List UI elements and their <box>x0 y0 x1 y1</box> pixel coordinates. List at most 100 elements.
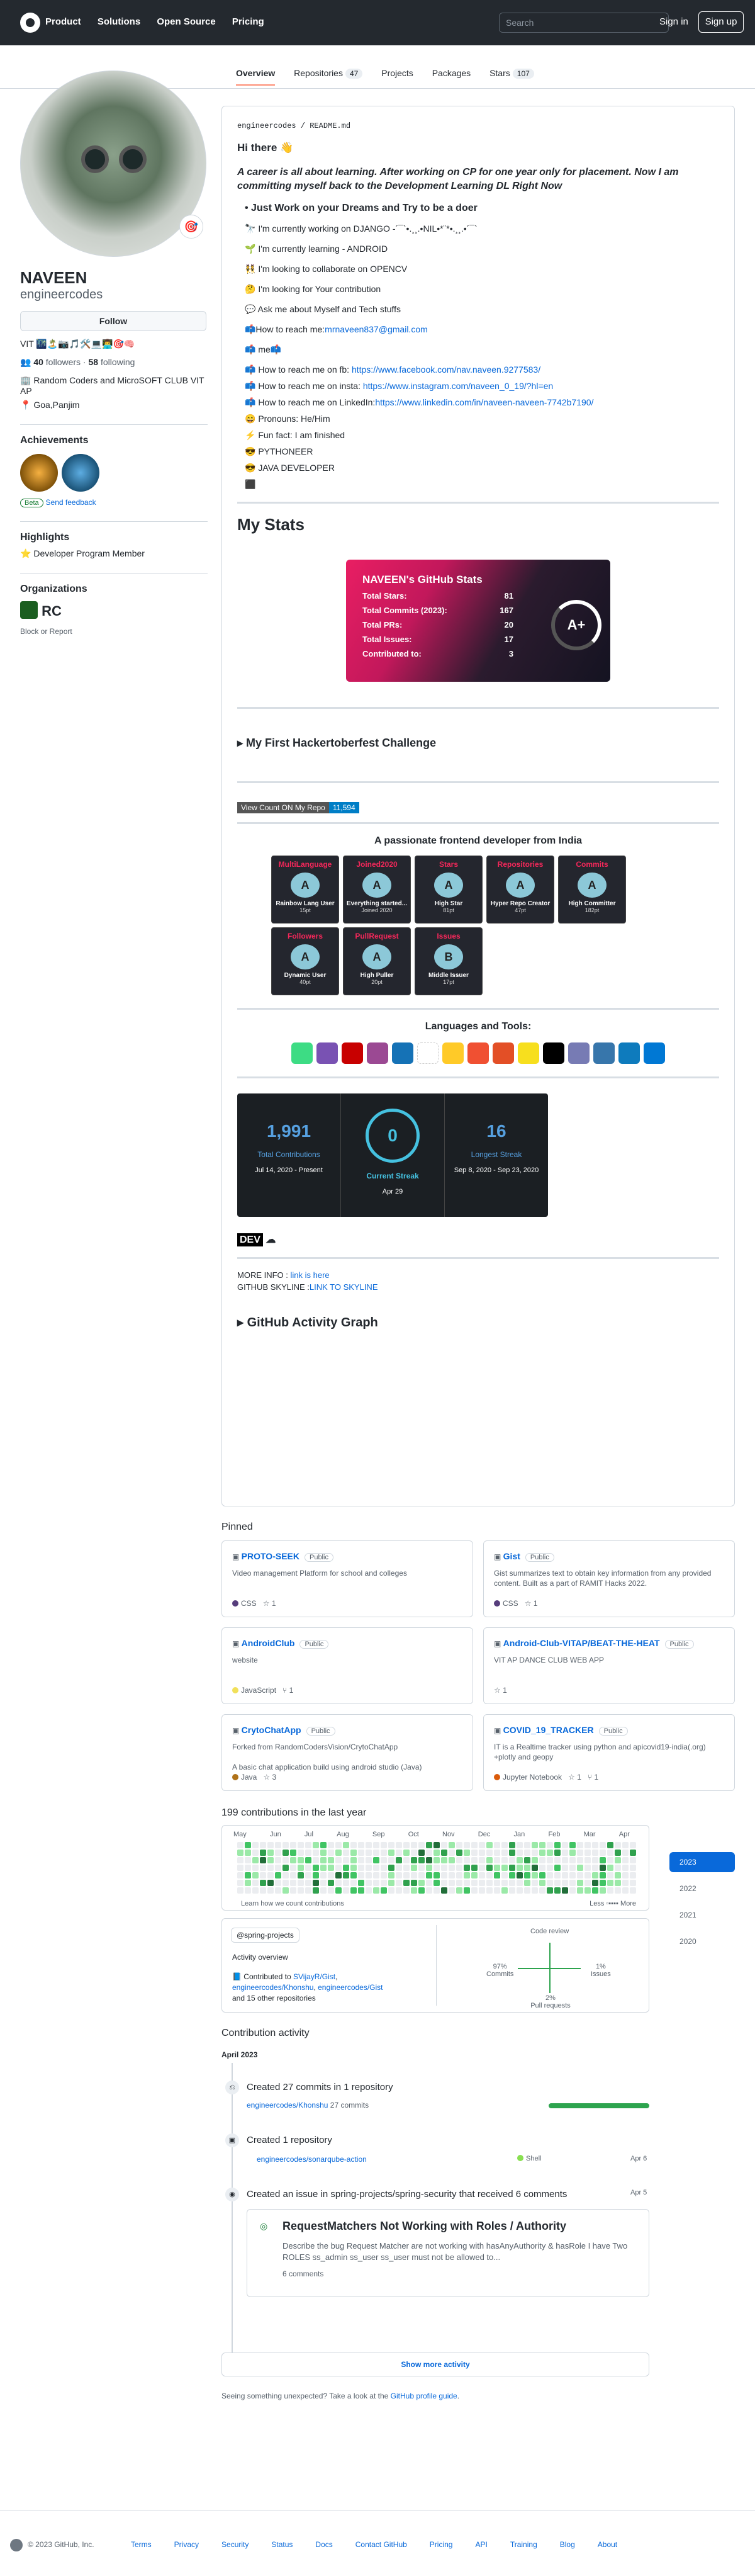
repo-link[interactable]: engineercodes/Khonshu <box>247 2101 328 2110</box>
repo-name[interactable]: CrytoChatApp <box>242 1725 301 1735</box>
contribution-day[interactable] <box>600 1850 606 1856</box>
contribution-day[interactable] <box>577 1850 583 1856</box>
contribution-day[interactable] <box>607 1865 613 1871</box>
contribution-day[interactable] <box>313 1880 319 1886</box>
pinned-repo[interactable]: ▣ CrytoChatApp Public Forked from RandomCo… <box>221 1714 473 1791</box>
contribution-day[interactable] <box>335 1850 342 1856</box>
contribution-day[interactable] <box>275 1887 281 1894</box>
contribution-day[interactable] <box>426 1872 432 1878</box>
contribution-day[interactable] <box>373 1842 379 1848</box>
contribution-day[interactable] <box>569 1865 576 1871</box>
github-logo-icon[interactable] <box>20 13 40 33</box>
contribution-day[interactable] <box>328 1842 334 1848</box>
contribution-day[interactable] <box>426 1857 432 1863</box>
contribution-day[interactable] <box>584 1865 591 1871</box>
facebook-link[interactable]: https://www.facebook.com/nav.naveen.9277… <box>352 364 540 375</box>
contribution-day[interactable] <box>584 1872 591 1878</box>
contribution-day[interactable] <box>524 1850 530 1856</box>
learn-link[interactable]: Learn how we count contributions <box>241 1900 344 1907</box>
contribution-day[interactable] <box>517 1880 523 1886</box>
contribution-day[interactable] <box>539 1872 545 1878</box>
cloud-icon[interactable]: ☁ <box>266 1234 276 1245</box>
year-2020[interactable]: 2020 <box>669 1931 735 1952</box>
contribution-day[interactable] <box>464 1850 470 1856</box>
contribution-day[interactable] <box>290 1887 296 1894</box>
trophy[interactable]: Joined2020 A Everything started... Joined 2… <box>343 856 411 924</box>
tab-repositories[interactable]: Repositories 47 <box>294 68 363 85</box>
contribution-day[interactable] <box>486 1850 493 1856</box>
footer-link[interactable]: Blog <box>560 2540 575 2549</box>
contribution-day[interactable] <box>577 1857 583 1863</box>
contribution-day[interactable] <box>517 1850 523 1856</box>
contribution-day[interactable] <box>539 1857 545 1863</box>
repo-name[interactable]: PROTO-SEEK <box>242 1551 299 1561</box>
footer-link[interactable]: Security <box>221 2540 249 2549</box>
contribution-day[interactable] <box>328 1857 334 1863</box>
contribution-day[interactable] <box>456 1865 462 1871</box>
contribution-day[interactable] <box>373 1887 379 1894</box>
contribution-day[interactable] <box>622 1850 629 1856</box>
contribution-day[interactable] <box>237 1865 243 1871</box>
contribution-day[interactable] <box>426 1842 432 1848</box>
contribution-day[interactable] <box>388 1865 394 1871</box>
contribution-day[interactable] <box>464 1842 470 1848</box>
contribution-day[interactable] <box>547 1842 553 1848</box>
contribution-day[interactable] <box>441 1850 447 1856</box>
contribution-day[interactable] <box>260 1865 266 1871</box>
tab-overview[interactable]: Overview <box>236 68 276 86</box>
contribution-day[interactable] <box>290 1842 296 1848</box>
contribution-day[interactable] <box>426 1850 432 1856</box>
contribution-day[interactable] <box>426 1880 432 1886</box>
contribution-day[interactable] <box>569 1872 576 1878</box>
year-2023[interactable]: 2023 <box>669 1852 735 1872</box>
contribution-day[interactable] <box>335 1842 342 1848</box>
contribution-day[interactable] <box>245 1880 251 1886</box>
contribution-day[interactable] <box>622 1857 629 1863</box>
contribution-day[interactable] <box>403 1880 410 1886</box>
contribution-day[interactable] <box>275 1842 281 1848</box>
contribution-day[interactable] <box>501 1887 508 1894</box>
contribution-day[interactable] <box>517 1887 523 1894</box>
contribution-day[interactable] <box>449 1880 455 1886</box>
contribution-day[interactable] <box>471 1880 478 1886</box>
contribution-day[interactable] <box>456 1880 462 1886</box>
contribution-day[interactable] <box>456 1872 462 1878</box>
contribution-day[interactable] <box>335 1880 342 1886</box>
contribution-day[interactable] <box>547 1850 553 1856</box>
contribution-day[interactable] <box>411 1865 417 1871</box>
contribution-day[interactable] <box>426 1887 432 1894</box>
star-count[interactable]: 1 <box>272 1599 276 1608</box>
contribution-day[interactable] <box>350 1872 357 1878</box>
contribution-day[interactable] <box>381 1880 387 1886</box>
contribution-day[interactable] <box>622 1880 629 1886</box>
contribution-day[interactable] <box>584 1857 591 1863</box>
following-label[interactable]: following <box>101 357 135 367</box>
contribution-day[interactable] <box>396 1842 402 1848</box>
contribution-day[interactable] <box>569 1850 576 1856</box>
contribution-day[interactable] <box>592 1887 598 1894</box>
contribution-day[interactable] <box>600 1880 606 1886</box>
trophy[interactable]: Issues B Middle Issuer 17pt <box>415 927 483 995</box>
contribution-day[interactable] <box>282 1850 289 1856</box>
contribution-day[interactable] <box>252 1842 259 1848</box>
contribution-day[interactable] <box>245 1857 251 1863</box>
contribution-day[interactable] <box>471 1857 478 1863</box>
contribution-day[interactable] <box>600 1887 606 1894</box>
contribution-day[interactable] <box>622 1842 629 1848</box>
contribution-day[interactable] <box>275 1850 281 1856</box>
year-2022[interactable]: 2022 <box>669 1878 735 1899</box>
contribution-day[interactable] <box>622 1887 629 1894</box>
repo-link[interactable]: engineercodes/sonarqube-action <box>257 2155 367 2164</box>
contribution-day[interactable] <box>547 1865 553 1871</box>
contribution-day[interactable] <box>381 1872 387 1878</box>
contribution-day[interactable] <box>403 1842 410 1848</box>
contribution-day[interactable] <box>335 1857 342 1863</box>
contribution-day[interactable] <box>615 1887 621 1894</box>
contribution-day[interactable] <box>607 1872 613 1878</box>
contribution-day[interactable] <box>441 1872 447 1878</box>
contribution-day[interactable] <box>592 1842 598 1848</box>
contribution-day[interactable] <box>607 1842 613 1848</box>
contribution-day[interactable] <box>501 1842 508 1848</box>
contribution-day[interactable] <box>313 1842 319 1848</box>
tool-icon[interactable] <box>618 1042 640 1064</box>
